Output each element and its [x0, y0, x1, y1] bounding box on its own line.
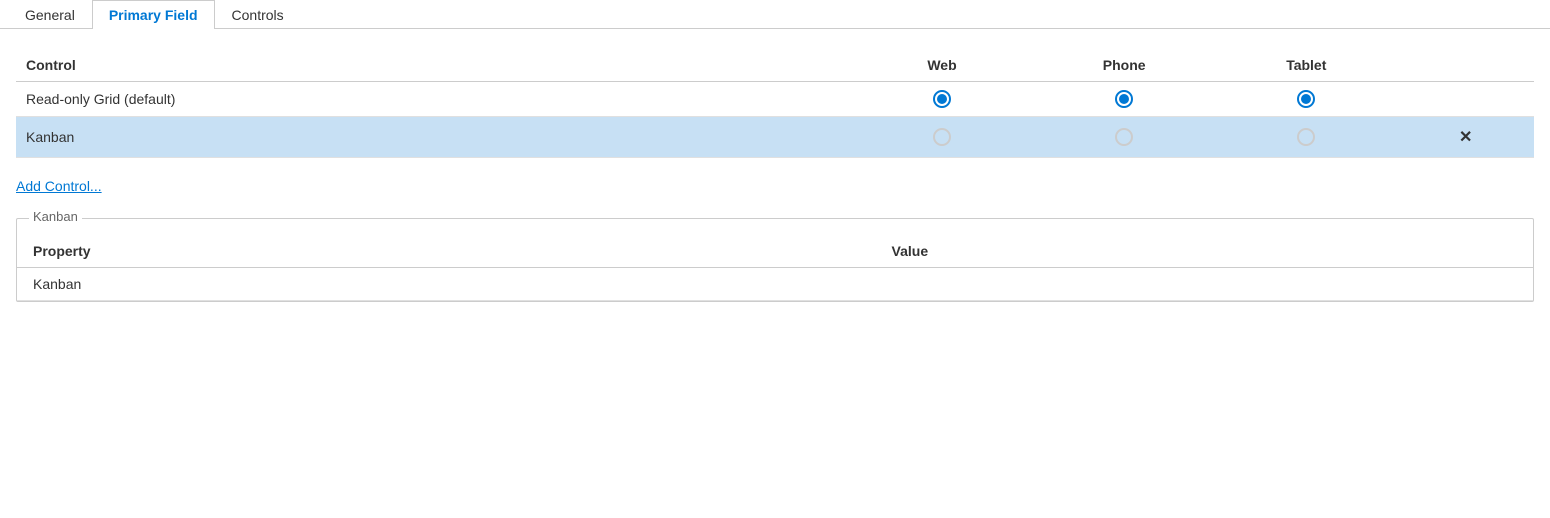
delete-kanban-button[interactable]: ✕	[1453, 125, 1478, 149]
header-tablet: Tablet	[1215, 49, 1397, 82]
radio-web-kanban[interactable]	[851, 117, 1033, 158]
table-row: Read-only Grid (default)	[16, 82, 1534, 117]
radio-button-tablet-readonly[interactable]	[1297, 90, 1315, 108]
header-action	[1397, 49, 1534, 82]
tab-primary-field[interactable]: Primary Field	[92, 0, 215, 29]
kanban-section: Kanban Property Value Kanban	[16, 218, 1534, 302]
header-phone: Phone	[1033, 49, 1215, 82]
controls-table: Control Web Phone Tablet Read-only Grid …	[16, 49, 1534, 158]
header-web: Web	[851, 49, 1033, 82]
property-header: Property	[17, 235, 876, 268]
radio-button-web-readonly[interactable]	[933, 90, 951, 108]
tab-bar: General Primary Field Controls	[0, 0, 1550, 29]
action-readonly	[1397, 82, 1534, 117]
property-name: Kanban	[17, 268, 876, 301]
kanban-section-label: Kanban	[29, 209, 82, 224]
radio-tablet-readonly[interactable]	[1215, 82, 1397, 117]
add-control-link[interactable]: Add Control...	[16, 178, 102, 194]
delete-kanban-cell[interactable]: ✕	[1397, 117, 1534, 158]
radio-web-readonly[interactable]	[851, 82, 1033, 117]
header-control: Control	[16, 49, 851, 82]
radio-button-phone-readonly[interactable]	[1115, 90, 1133, 108]
control-name-kanban: Kanban	[16, 117, 851, 158]
property-value	[876, 268, 1533, 301]
radio-phone-readonly[interactable]	[1033, 82, 1215, 117]
properties-table: Property Value Kanban	[17, 235, 1533, 301]
radio-button-web-kanban[interactable]	[933, 128, 951, 146]
tab-general[interactable]: General	[8, 0, 92, 29]
tab-controls[interactable]: Controls	[215, 0, 301, 29]
control-name-readonly: Read-only Grid (default)	[16, 82, 851, 117]
property-row: Kanban	[17, 268, 1533, 301]
value-header: Value	[876, 235, 1533, 268]
radio-tablet-kanban[interactable]	[1215, 117, 1397, 158]
radio-phone-kanban[interactable]	[1033, 117, 1215, 158]
radio-button-phone-kanban[interactable]	[1115, 128, 1133, 146]
table-row-kanban: Kanban ✕	[16, 117, 1534, 158]
radio-button-tablet-kanban[interactable]	[1297, 128, 1315, 146]
main-content: Control Web Phone Tablet Read-only Grid …	[0, 29, 1550, 322]
